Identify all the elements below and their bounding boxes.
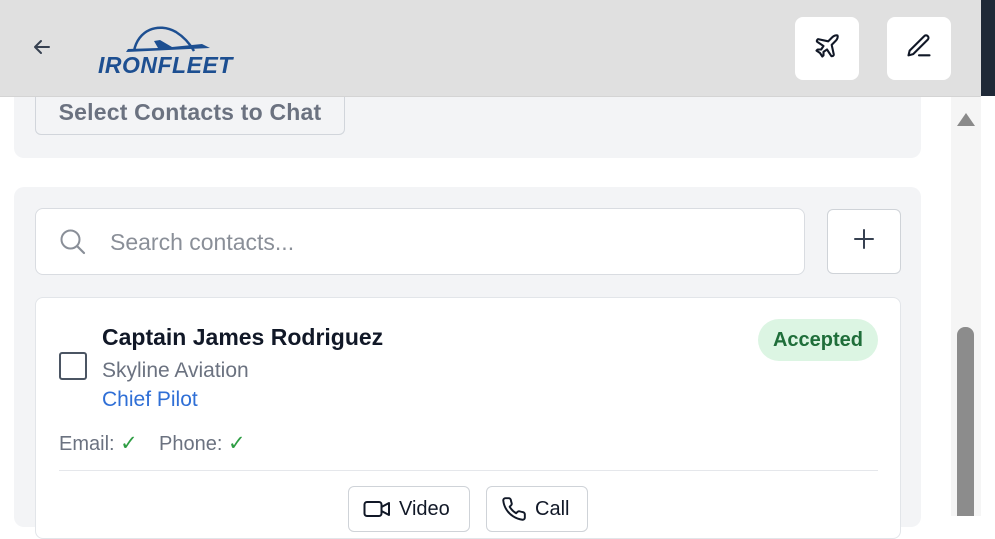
video-camera-icon bbox=[363, 498, 391, 520]
airplane-icon bbox=[813, 32, 841, 65]
top-header: IRONFLEET bbox=[0, 0, 981, 97]
pencil-icon bbox=[905, 32, 933, 65]
phone-label: Phone: bbox=[159, 433, 223, 455]
back-button[interactable] bbox=[22, 29, 62, 69]
contact-checkbox[interactable] bbox=[59, 352, 87, 380]
contact-card: Captain James Rodriguez Skyline Aviation… bbox=[35, 297, 901, 539]
search-box[interactable] bbox=[35, 208, 805, 275]
search-icon bbox=[59, 228, 87, 261]
call-label: Call bbox=[535, 497, 570, 520]
contact-name: Captain James Rodriguez bbox=[102, 324, 384, 350]
scrollbar-thumb[interactable] bbox=[957, 327, 974, 516]
scroll-up-arrow-icon[interactable] bbox=[957, 113, 975, 126]
status-badge: Accepted bbox=[758, 319, 878, 361]
video-label: Video bbox=[399, 497, 450, 520]
phone-check-icon: ✓ bbox=[227, 432, 246, 455]
edit-button[interactable] bbox=[887, 17, 951, 80]
contact-company: Skyline Aviation bbox=[102, 359, 249, 382]
divider bbox=[59, 470, 878, 471]
phone-icon bbox=[501, 496, 527, 522]
email-status: Email: ✓ bbox=[59, 431, 138, 456]
arrow-left-icon bbox=[30, 35, 54, 64]
call-button[interactable]: Call bbox=[486, 486, 588, 532]
search-input[interactable] bbox=[108, 221, 792, 263]
flight-button[interactable] bbox=[795, 17, 859, 80]
email-check-icon: ✓ bbox=[120, 432, 138, 455]
contact-role: Chief Pilot bbox=[102, 388, 198, 411]
video-button[interactable]: Video bbox=[348, 486, 470, 532]
phone-status: Phone: ✓ bbox=[159, 431, 246, 456]
logo-text: IRONFLEET bbox=[98, 52, 233, 78]
plus-icon bbox=[853, 228, 875, 255]
ironfleet-logo: IRONFLEET bbox=[98, 18, 238, 80]
add-contact-button[interactable] bbox=[827, 209, 901, 274]
email-label: Email: bbox=[59, 433, 115, 455]
window-edge bbox=[981, 0, 995, 96]
